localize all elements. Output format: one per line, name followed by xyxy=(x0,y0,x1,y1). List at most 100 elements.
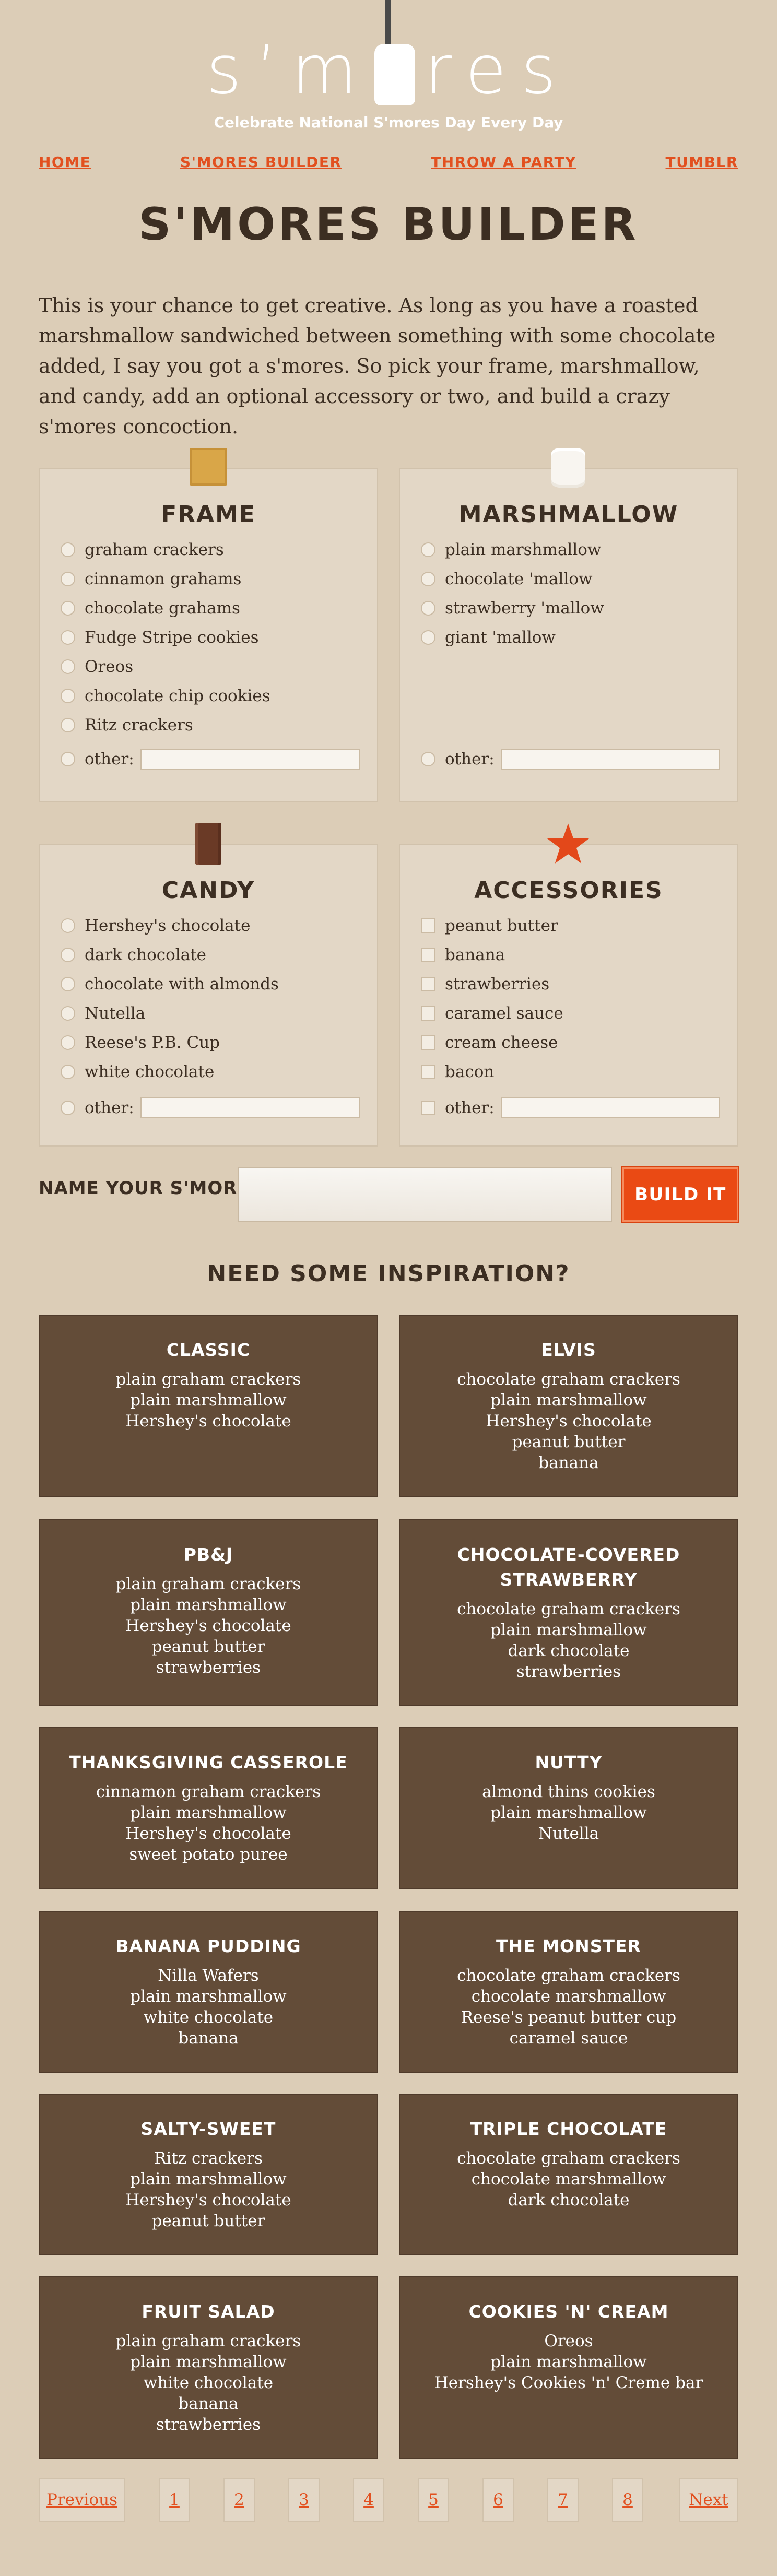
pagination-next-link[interactable]: Next xyxy=(679,2478,738,2522)
recipe-ingredient: strawberries xyxy=(156,2415,261,2434)
pagination-page-link[interactable]: 7 xyxy=(547,2478,579,2522)
marshmallow-radio[interactable] xyxy=(421,542,435,557)
accessories-other-checkbox[interactable] xyxy=(421,1101,435,1115)
accessories-other-input[interactable] xyxy=(500,1097,720,1118)
recipe-ingredient: chocolate marshmallow xyxy=(471,1987,666,2006)
frame-other-input[interactable] xyxy=(140,749,360,770)
candy-radio[interactable] xyxy=(61,918,75,933)
candy-option-label[interactable]: Nutella xyxy=(85,1004,145,1023)
candy-option: Nutella xyxy=(40,999,377,1028)
marshmallow-radio[interactable] xyxy=(421,572,435,586)
frame-radio[interactable] xyxy=(61,630,75,645)
frame-panel: FRAME graham crackers cinnamon grahams cho… xyxy=(39,468,378,802)
recipe-ingredient: plain graham crackers xyxy=(115,1370,301,1389)
frame-title: FRAME xyxy=(161,501,256,528)
candy-panel: CANDY Hershey's chocolate dark chocolate c… xyxy=(39,844,378,1147)
frame-radio[interactable] xyxy=(61,542,75,557)
candy-option-label[interactable]: chocolate with almonds xyxy=(85,975,279,994)
nav-link-throw-a-party[interactable]: THROW A PARTY xyxy=(431,153,576,171)
candy-option-label[interactable]: Reese's P.B. Cup xyxy=(85,1033,220,1052)
accessories-checkbox[interactable] xyxy=(421,1035,435,1050)
frame-option-label[interactable]: chocolate chip cookies xyxy=(85,687,270,705)
candy-other-option: other: xyxy=(40,1093,377,1122)
accessories-checkbox[interactable] xyxy=(421,977,435,991)
recipe-ingredient: plain marshmallow xyxy=(490,2353,647,2371)
candy-radio[interactable] xyxy=(61,1035,75,1050)
recipe-card-title: ELVIS xyxy=(541,1340,596,1360)
accessories-checkbox[interactable] xyxy=(421,948,435,962)
marshmallow-option-label[interactable]: plain marshmallow xyxy=(445,540,601,559)
recipe-card: PB&J plain graham crackers plain marshmall… xyxy=(39,1519,378,1706)
frame-option-label[interactable]: Oreos xyxy=(85,657,133,676)
candy-radio[interactable] xyxy=(61,1006,75,1021)
smores-name-input[interactable] xyxy=(238,1167,612,1222)
candy-other-radio[interactable] xyxy=(61,1101,75,1115)
marshmallow-radio[interactable] xyxy=(421,630,435,645)
accessories-option-label[interactable]: peanut butter xyxy=(445,916,558,935)
recipe-card-title: BANANA PUDDING xyxy=(115,1936,301,1956)
recipe-ingredient: plain graham crackers xyxy=(115,2332,301,2350)
marshmallow-option-label[interactable]: giant 'mallow xyxy=(445,628,556,647)
site-logo[interactable]: s’m res xyxy=(0,26,777,115)
recipe-ingredient: chocolate graham crackers xyxy=(457,1370,680,1389)
recipe-ingredient: plain marshmallow xyxy=(130,2170,287,2189)
recipe-card: ELVIS chocolate graham crackers plain mars… xyxy=(399,1315,738,1497)
candy-title: CANDY xyxy=(161,877,255,904)
pagination-page-link[interactable]: 3 xyxy=(288,2478,320,2522)
frame-radio[interactable] xyxy=(61,718,75,732)
nav-link-tumblr[interactable]: TUMBLR xyxy=(666,153,738,171)
candy-option-label[interactable]: dark chocolate xyxy=(85,946,206,964)
candy-radio[interactable] xyxy=(61,1065,75,1079)
accessories-option-label[interactable]: caramel sauce xyxy=(445,1004,563,1023)
marshmallow-option: giant 'mallow xyxy=(400,623,737,652)
pagination-page-link[interactable]: 4 xyxy=(353,2478,384,2522)
marshmallow-other-input[interactable] xyxy=(500,749,720,770)
accessories-option-label[interactable]: strawberries xyxy=(445,975,549,994)
pagination-page-link[interactable]: 2 xyxy=(223,2478,255,2522)
recipe-card: FRUIT SALAD plain graham crackers plain ma… xyxy=(39,2276,378,2459)
marshmallow-option-label[interactable]: chocolate 'mallow xyxy=(445,570,593,588)
pagination-page-link[interactable]: 1 xyxy=(159,2478,190,2522)
pagination-page-link[interactable]: 5 xyxy=(418,2478,449,2522)
accessories-option-label[interactable]: bacon xyxy=(445,1062,494,1081)
nav-link-home[interactable]: HOME xyxy=(39,153,91,171)
candy-radio[interactable] xyxy=(61,977,75,991)
nav-link-smores-builder[interactable]: S'MORES BUILDER xyxy=(180,153,342,171)
accessories-option: peanut butter xyxy=(400,911,737,940)
frame-radio[interactable] xyxy=(61,601,75,616)
pagination-page-link[interactable]: 6 xyxy=(482,2478,514,2522)
accessories-checkbox[interactable] xyxy=(421,918,435,933)
recipe-ingredient: Hershey's chocolate xyxy=(125,2191,291,2209)
marshmallow-radio[interactable] xyxy=(421,601,435,616)
candy-option-label[interactable]: white chocolate xyxy=(85,1062,214,1081)
frame-radio[interactable] xyxy=(61,572,75,586)
accessories-option-label[interactable]: cream cheese xyxy=(445,1033,558,1052)
candy-option: white chocolate xyxy=(40,1057,377,1086)
recipe-ingredient: plain marshmallow xyxy=(130,1596,287,1614)
frame-radio[interactable] xyxy=(61,659,75,674)
candy-option-label[interactable]: Hershey's chocolate xyxy=(85,916,250,935)
frame-other-radio[interactable] xyxy=(61,752,75,766)
candy-other-input[interactable] xyxy=(140,1097,360,1118)
accessories-option-label[interactable]: banana xyxy=(445,946,505,964)
accessories-checkbox[interactable] xyxy=(421,1006,435,1021)
frame-option-label[interactable]: chocolate grahams xyxy=(85,599,240,618)
pagination-page-link[interactable]: 8 xyxy=(612,2478,643,2522)
accessories-checkbox[interactable] xyxy=(421,1065,435,1079)
frame-option: chocolate grahams xyxy=(40,594,377,623)
candy-radio[interactable] xyxy=(61,948,75,962)
pagination: Previous 1 2 3 4 5 6 7 8 Next xyxy=(39,2478,738,2522)
logo-marshmallow-graphic xyxy=(374,44,416,105)
candy-option: Reese's P.B. Cup xyxy=(40,1028,377,1057)
frame-option-label[interactable]: Ritz crackers xyxy=(85,716,193,735)
marshmallow-option-label[interactable]: strawberry 'mallow xyxy=(445,599,604,618)
pagination-previous-link[interactable]: Previous xyxy=(39,2478,125,2522)
marshmallow-other-radio[interactable] xyxy=(421,752,435,766)
frame-option-label[interactable]: cinnamon grahams xyxy=(85,570,241,588)
recipe-card-title: THANKSGIVING CASSEROLE xyxy=(69,1752,348,1773)
build-it-button[interactable]: BUILD IT xyxy=(622,1167,738,1222)
frame-option-label[interactable]: graham crackers xyxy=(85,540,224,559)
frame-radio[interactable] xyxy=(61,689,75,703)
frame-option-label[interactable]: Fudge Stripe cookies xyxy=(85,628,258,647)
page: s’m res Celebrate National S'mores Day E… xyxy=(0,0,777,2576)
